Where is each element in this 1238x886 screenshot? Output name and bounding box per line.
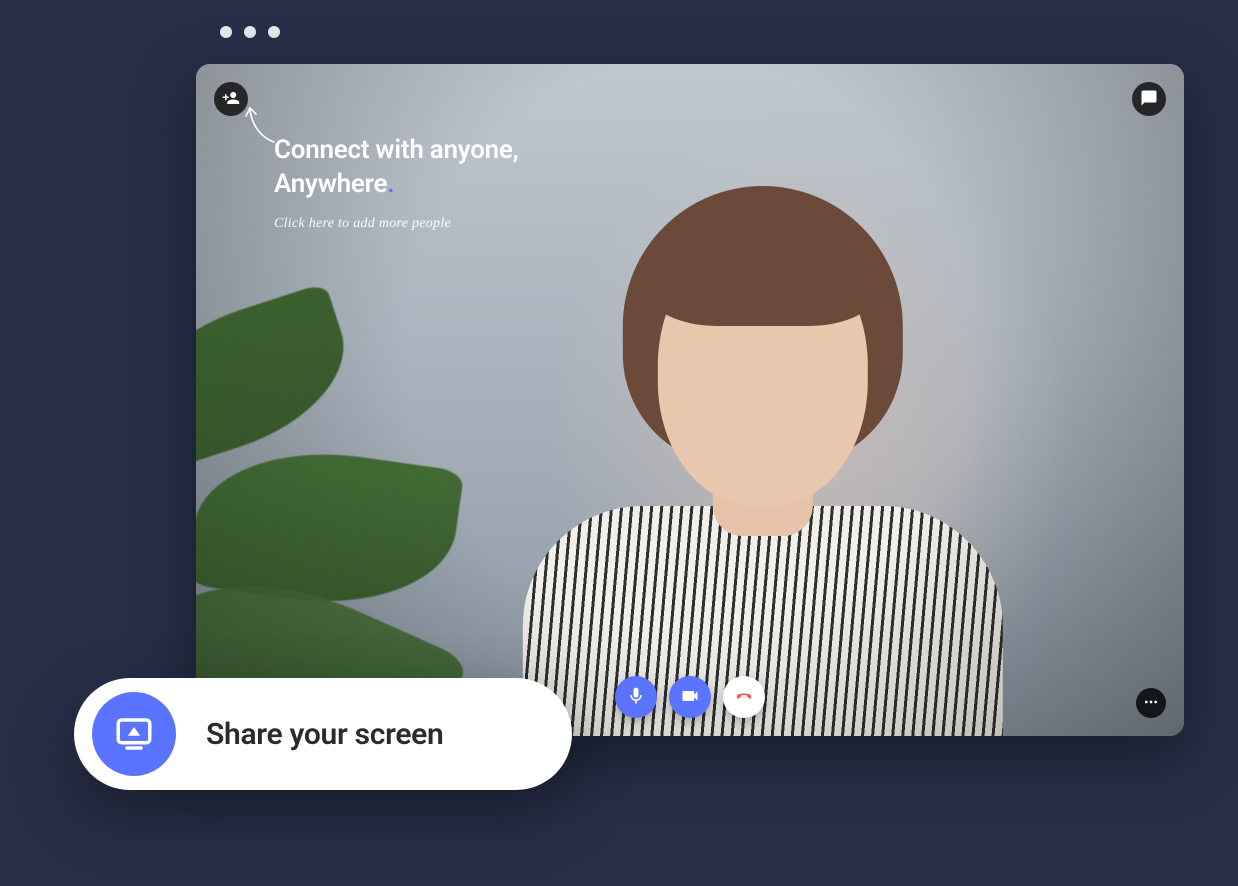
screenshare-icon — [92, 692, 176, 776]
hang-up-button[interactable] — [723, 676, 765, 718]
window-control-minimize-icon[interactable] — [244, 26, 256, 38]
overlay-title: Connect with anyone, Anywhere. — [274, 134, 519, 202]
overlay-copy: Connect with anyone, Anywhere. Click her… — [274, 134, 519, 232]
more-options-button[interactable] — [1136, 688, 1166, 718]
microphone-icon — [626, 686, 646, 709]
browser-window: Connect with anyone, Anywhere. Click her… — [196, 8, 1184, 788]
video-call-panel: Connect with anyone, Anywhere. Click her… — [196, 64, 1184, 736]
share-screen-label: Share your screen — [206, 717, 443, 752]
window-control-close-icon[interactable] — [220, 26, 232, 38]
call-controls — [615, 676, 765, 718]
overlay-subtitle: Click here to add more people — [274, 216, 519, 232]
overlay-accent-dot: . — [387, 169, 394, 199]
share-screen-toast[interactable]: Share your screen — [74, 678, 572, 790]
toggle-microphone-button[interactable] — [615, 676, 657, 718]
person-add-icon — [222, 89, 240, 110]
window-control-maximize-icon[interactable] — [268, 26, 280, 38]
open-chat-button[interactable] — [1132, 82, 1166, 116]
window-title-bar — [196, 8, 1184, 56]
phone-hangup-icon — [734, 686, 754, 709]
overlay-title-line2: Anywhere — [274, 169, 387, 199]
more-horizontal-icon — [1143, 694, 1159, 713]
decor-plant-icon — [196, 282, 365, 474]
overlay-title-line1: Connect with anyone, — [274, 135, 519, 165]
chat-icon — [1140, 89, 1158, 110]
remote-participant-avatar — [503, 246, 1023, 736]
video-camera-icon — [680, 686, 700, 709]
toggle-camera-button[interactable] — [669, 676, 711, 718]
